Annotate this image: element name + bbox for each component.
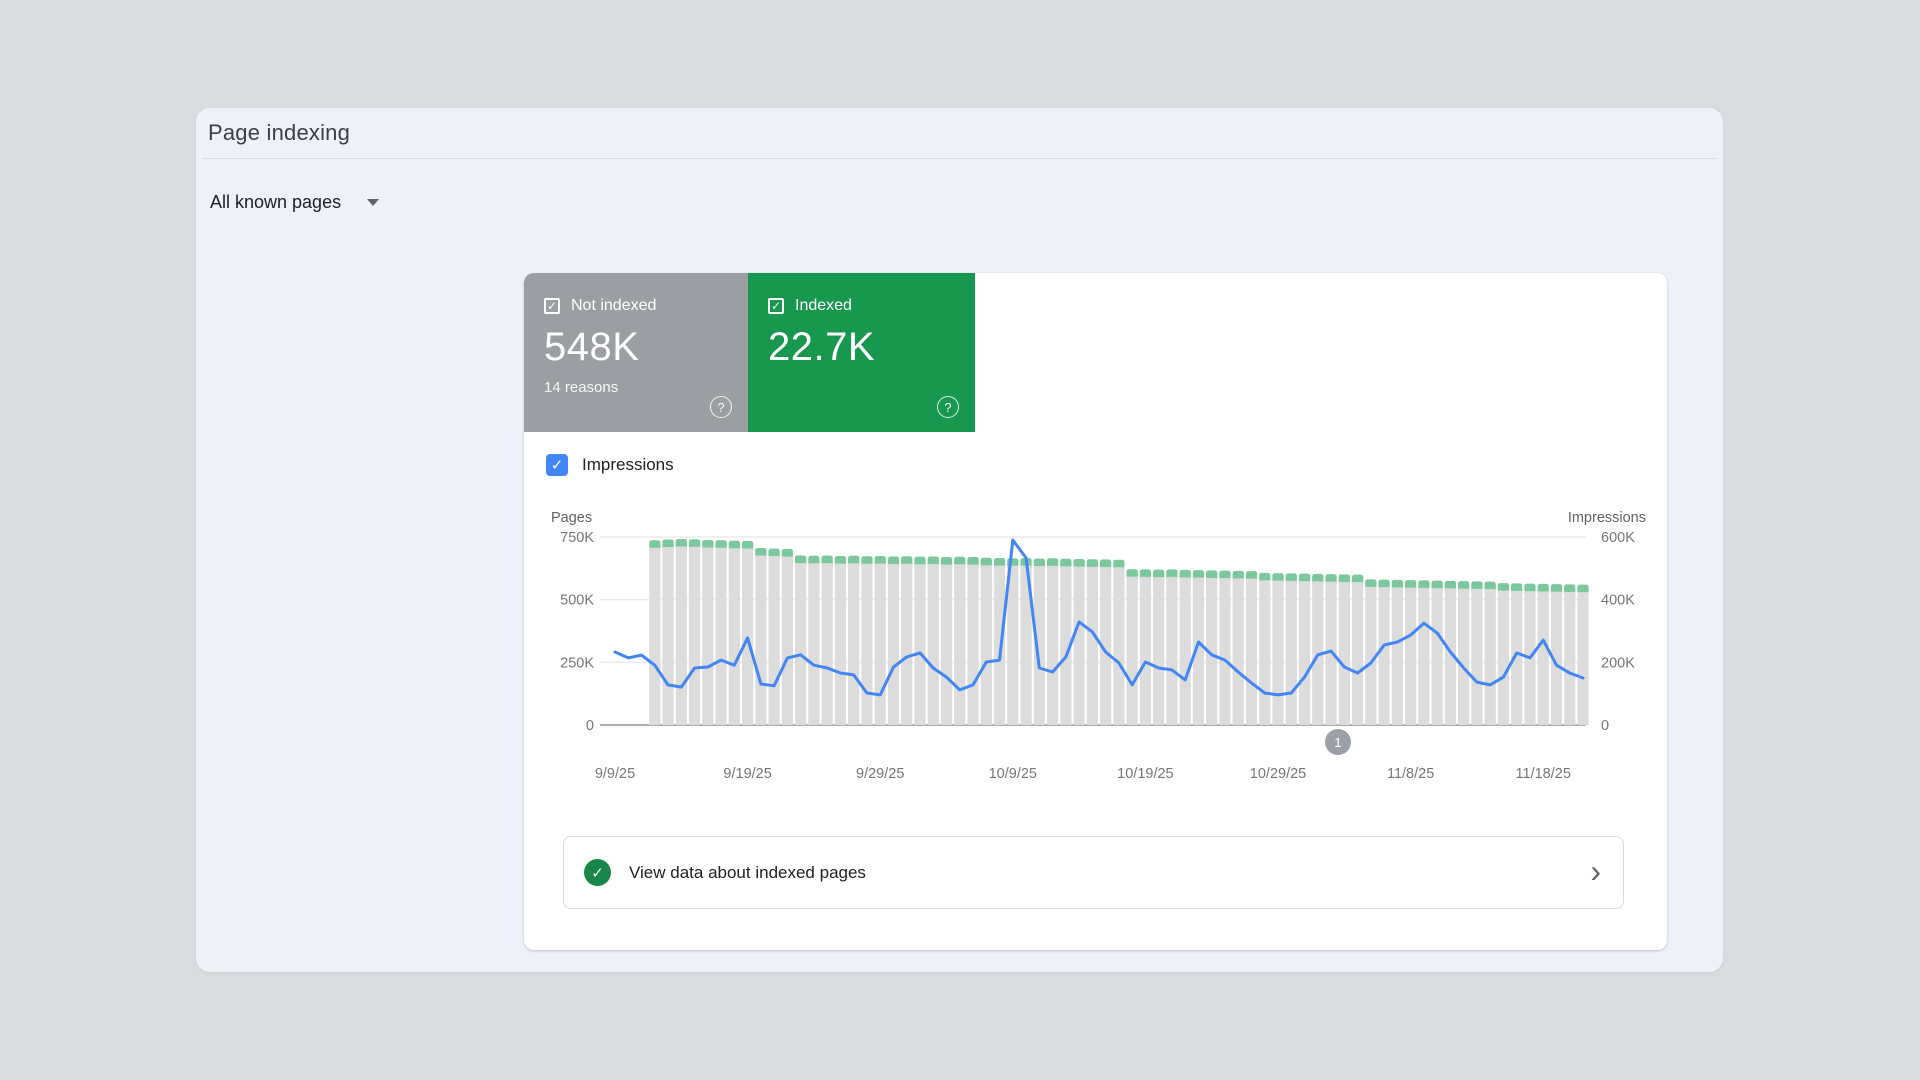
indexed-label: Indexed xyxy=(795,297,852,315)
svg-text:500K: 500K xyxy=(560,593,594,609)
indexing-report-card: 750K 600K 500K 400K 250K 200K 0 0 Pages Impressio… xyxy=(524,273,1667,950)
view-indexed-data-label: View data about indexed pages xyxy=(629,863,866,883)
svg-text:0: 0 xyxy=(1601,718,1609,734)
svg-text:9/9/25: 9/9/25 xyxy=(595,766,635,782)
svg-text:0: 0 xyxy=(586,718,594,734)
svg-text:200K: 200K xyxy=(1601,655,1635,671)
impressions-checkbox[interactable]: ✓ Impressions xyxy=(546,454,674,476)
page-title: Page indexing xyxy=(208,120,350,146)
indexed-header: ✓ Indexed xyxy=(768,297,852,315)
indexed-toggle-card[interactable]: ✓ Indexed 22.7K ? xyxy=(748,273,975,432)
checkbox-checked-icon: ✓ xyxy=(544,298,560,314)
header-divider xyxy=(202,158,1717,159)
chevron-right-icon: › xyxy=(1590,855,1601,887)
svg-text:250K: 250K xyxy=(560,655,594,671)
indexed-count: 22.7K xyxy=(768,325,875,370)
view-indexed-data-row[interactable]: ✓ View data about indexed pages › xyxy=(563,836,1624,909)
impressions-label: Impressions xyxy=(582,455,674,475)
svg-text:10/19/25: 10/19/25 xyxy=(1117,766,1173,782)
not-indexed-reasons: 14 reasons xyxy=(544,379,618,396)
svg-text:9/29/25: 9/29/25 xyxy=(856,766,904,782)
svg-text:Pages: Pages xyxy=(551,510,592,526)
summary-cards: ✓ Not indexed 548K 14 reasons ? ✓ Indexe… xyxy=(524,273,975,432)
svg-text:600K: 600K xyxy=(1601,530,1635,546)
not-indexed-count: 548K xyxy=(544,325,639,370)
checkbox-checked-icon: ✓ xyxy=(768,298,784,314)
svg-text:9/19/25: 9/19/25 xyxy=(723,766,771,782)
help-icon[interactable]: ? xyxy=(937,396,959,418)
svg-text:400K: 400K xyxy=(1601,593,1635,609)
svg-text:750K: 750K xyxy=(560,530,594,546)
chart-pager-dot[interactable]: 1 xyxy=(1325,729,1351,755)
svg-text:11/18/25: 11/18/25 xyxy=(1516,766,1571,782)
check-circle-icon: ✓ xyxy=(584,859,611,886)
filter-selected-value: All known pages xyxy=(210,192,341,213)
svg-text:Impressions: Impressions xyxy=(1568,510,1646,526)
svg-text:10/29/25: 10/29/25 xyxy=(1250,766,1306,782)
help-icon[interactable]: ? xyxy=(710,396,732,418)
svg-text:10/9/25: 10/9/25 xyxy=(989,766,1037,782)
not-indexed-toggle-card[interactable]: ✓ Not indexed 548K 14 reasons ? xyxy=(524,273,748,432)
page-filter-dropdown[interactable]: All known pages xyxy=(206,188,383,216)
screen: Page indexing All known pages 750K 600K 50… xyxy=(0,0,1920,1080)
not-indexed-header: ✓ Not indexed xyxy=(544,297,656,315)
checkbox-checked-icon: ✓ xyxy=(546,454,568,476)
svg-text:11/8/25: 11/8/25 xyxy=(1387,766,1434,782)
dropdown-arrow-icon xyxy=(367,199,379,206)
page-indexing-panel: Page indexing All known pages 750K 600K 50… xyxy=(196,108,1723,972)
panel-header: Page indexing xyxy=(196,108,1723,158)
not-indexed-label: Not indexed xyxy=(571,297,656,315)
